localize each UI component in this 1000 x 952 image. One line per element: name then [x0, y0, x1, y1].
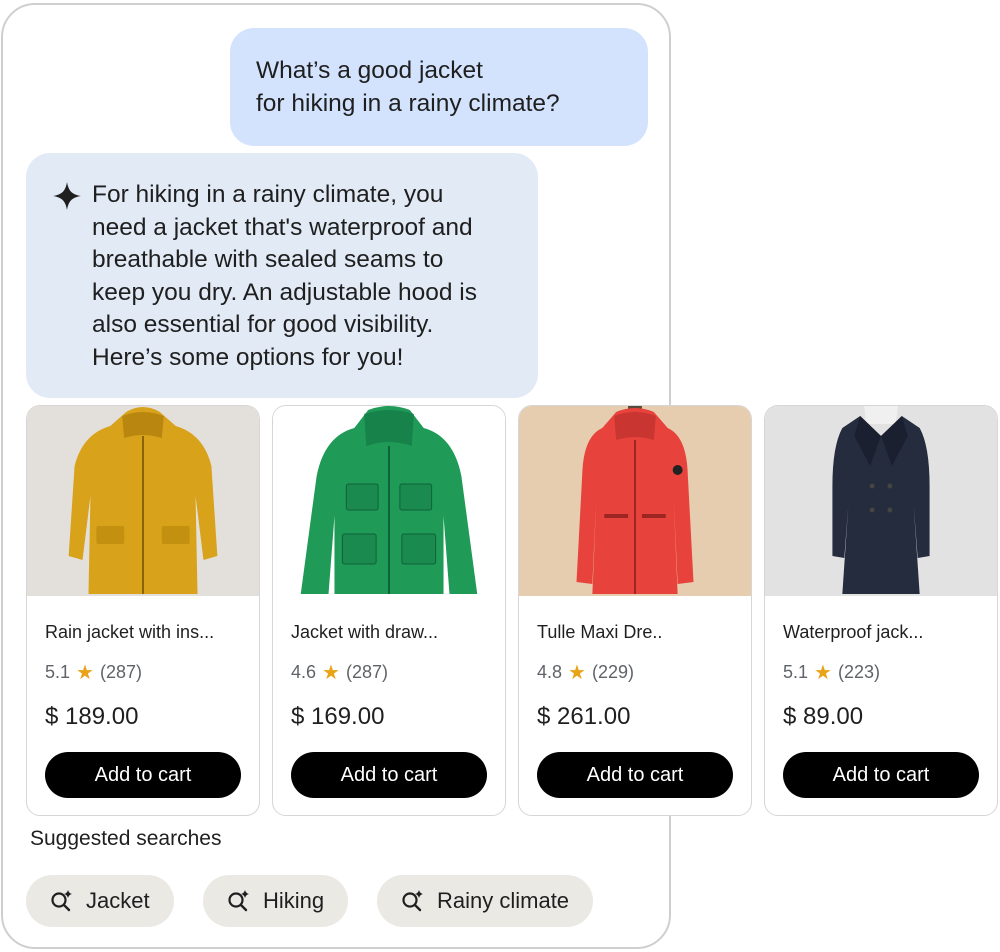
suggestion-chip-jacket[interactable]: Jacket — [26, 875, 174, 927]
star-icon: ★ — [76, 661, 94, 684]
review-count: (287) — [99, 662, 142, 682]
product-card[interactable]: Rain jacket with ins... 5.1 ★ (287) $ 18… — [26, 405, 260, 816]
star-icon: ★ — [322, 661, 340, 684]
review-count: (287) — [345, 662, 388, 682]
suggested-searches-heading: Suggested searches — [30, 827, 222, 850]
rating-value: 5.1 — [783, 662, 809, 682]
rating-value: 4.6 — [291, 662, 317, 682]
star-icon: ★ — [568, 661, 586, 684]
product-rating: 5.1 ★ (223) — [783, 662, 880, 683]
product-image[interactable] — [27, 406, 259, 596]
review-count: (229) — [591, 662, 634, 682]
add-to-cart-button[interactable]: Add to cart — [291, 752, 487, 798]
product-price: $ 89.00 — [783, 703, 864, 730]
product-rating: 5.1 ★ (287) — [45, 662, 142, 683]
star-icon: ★ — [814, 661, 832, 684]
chip-label: Rainy climate — [437, 888, 570, 913]
add-to-cart-button[interactable]: Add to cart — [45, 752, 241, 798]
sparkle-search-icon — [51, 890, 72, 912]
suggestion-chip-rainy-climate[interactable]: Rainy climate — [377, 875, 594, 927]
user-message-line: What’s a good jacket — [256, 57, 483, 84]
product-card[interactable]: Waterproof jack... 5.1 ★ (223) $ 89.00 A… — [764, 405, 998, 816]
rating-value: 4.8 — [537, 662, 563, 682]
sparkle-icon — [53, 182, 81, 210]
product-image[interactable] — [273, 406, 505, 596]
chip-label: Hiking — [263, 888, 325, 913]
product-card[interactable]: Jacket with draw... 4.6 ★ (287) $ 169.00… — [272, 405, 506, 816]
product-image[interactable] — [765, 406, 997, 596]
product-price: $ 169.00 — [291, 703, 385, 730]
product-rating: 4.6 ★ (287) — [291, 662, 388, 683]
review-count: (223) — [837, 662, 880, 682]
user-message-line: for hiking in a rainy climate? — [256, 90, 560, 117]
suggestion-chip-hiking[interactable]: Hiking — [203, 875, 349, 927]
product-title[interactable]: Waterproof jack... — [783, 622, 983, 643]
add-to-cart-button[interactable]: Add to cart — [783, 752, 979, 798]
ai-response-line: also essential for good visibility. — [92, 311, 434, 338]
ai-response-line: keep you dry. An adjustable hood is — [92, 278, 478, 306]
ai-response-line: Here’s some options for you! — [92, 343, 404, 371]
product-price: $ 189.00 — [45, 703, 139, 730]
product-rating: 4.8 ★ (229) — [537, 662, 634, 683]
ai-response-line: For hiking in a rainy climate, you — [92, 181, 444, 208]
product-image[interactable] — [519, 406, 751, 596]
product-card[interactable]: Tulle Maxi Dre.. 4.8 ★ (229) $ 261.00 Ad… — [518, 405, 752, 816]
ai-response-bubble: For hiking in a rainy climate, you need … — [26, 153, 538, 398]
product-title[interactable]: Tulle Maxi Dre.. — [537, 622, 737, 643]
ai-response-text: For hiking in a rainy climate, you need … — [92, 179, 532, 374]
sparkle-search-icon — [228, 890, 249, 912]
add-to-cart-button[interactable]: Add to cart — [537, 752, 733, 798]
chip-label: Jacket — [86, 888, 150, 913]
ai-response-line: need a jacket that's waterproof and — [92, 213, 473, 241]
user-message-bubble: What’s a good jacket for hiking in a rai… — [230, 28, 648, 146]
sparkle-search-icon — [402, 890, 423, 912]
product-title[interactable]: Rain jacket with ins... — [45, 622, 245, 643]
rating-value: 5.1 — [45, 662, 71, 682]
product-title[interactable]: Jacket with draw... — [291, 622, 491, 643]
product-price: $ 261.00 — [537, 703, 631, 730]
ai-response-line: breathable with sealed seams to — [92, 246, 444, 273]
